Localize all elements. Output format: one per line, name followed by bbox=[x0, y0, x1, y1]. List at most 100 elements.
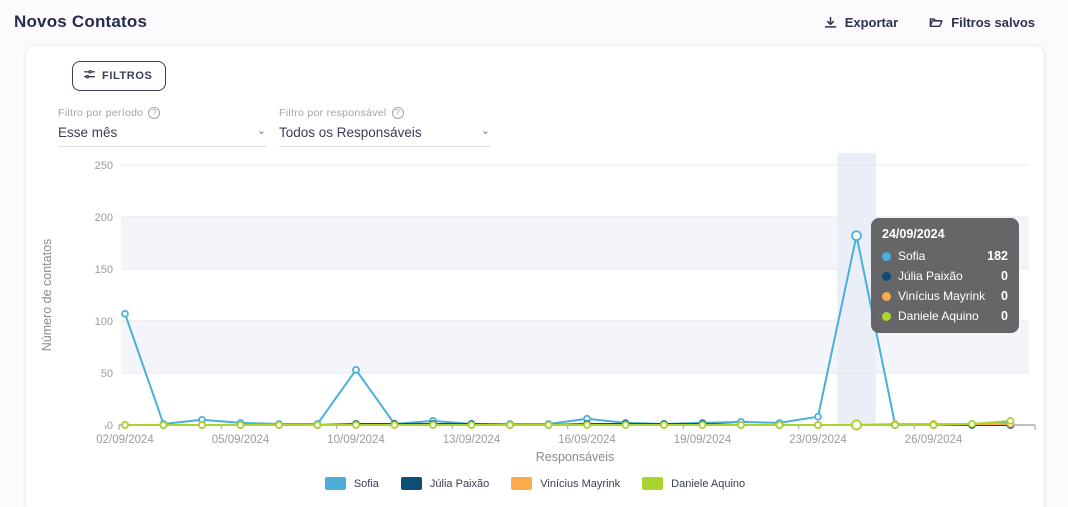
tooltip-row: Júlia Paixão 0 bbox=[882, 269, 1008, 283]
data-point[interactable] bbox=[929, 421, 938, 429]
data-point[interactable] bbox=[583, 421, 591, 429]
data-point[interactable] bbox=[698, 421, 707, 429]
chevron-down-icon: ⌄ bbox=[480, 125, 490, 137]
period-filter-value: Esse mês bbox=[58, 125, 118, 140]
series-color-dot bbox=[882, 271, 891, 281]
data-point[interactable] bbox=[968, 420, 976, 428]
x-tick-label: 02/09/2024 bbox=[96, 434, 154, 446]
data-point[interactable] bbox=[1006, 416, 1015, 425]
data-point[interactable] bbox=[660, 421, 668, 429]
tooltip-series-name: Júlia Paixão bbox=[898, 269, 963, 283]
data-point[interactable] bbox=[775, 421, 784, 429]
tooltip-date: 24/09/2024 bbox=[882, 227, 945, 241]
y-tick-label: 150 bbox=[95, 264, 113, 276]
y-tick-label: 250 bbox=[95, 160, 113, 172]
x-tick-label: 26/09/2024 bbox=[905, 434, 963, 446]
tooltip-series-name: Sofia bbox=[898, 249, 926, 263]
period-filter-label: Filtro por período bbox=[58, 107, 144, 119]
data-point[interactable] bbox=[429, 421, 437, 429]
legend-swatch bbox=[400, 477, 422, 490]
data-point[interactable] bbox=[275, 421, 283, 429]
legend-item[interactable]: Daniele Aquino bbox=[642, 477, 745, 490]
data-point[interactable] bbox=[814, 412, 822, 421]
data-point[interactable] bbox=[814, 421, 822, 429]
header-actions: Exportar Filtros salvos bbox=[823, 15, 1035, 30]
x-tick-label: 19/09/2024 bbox=[674, 434, 732, 446]
period-filter: Filtro por período ? Esse mês ⌄ bbox=[58, 107, 266, 147]
data-point[interactable] bbox=[506, 421, 514, 429]
chart-tooltip: 24/09/2024 Sofia 182 Júlia Paixão 0 Vinícius… bbox=[871, 218, 1019, 333]
page-title: Novos Contatos bbox=[14, 12, 148, 31]
data-point[interactable] bbox=[737, 421, 745, 429]
help-icon[interactable]: ? bbox=[148, 107, 161, 119]
filters-button[interactable]: FILTROS bbox=[72, 61, 167, 91]
x-tick-label: 16/09/2024 bbox=[558, 434, 616, 446]
chart-legend: Sofia Júlia Paixão Vinícius Mayrink Daniele… bbox=[26, 477, 1044, 490]
x-tick-label: 23/09/2024 bbox=[789, 434, 847, 446]
legend-swatch bbox=[642, 477, 664, 490]
tooltip-series-value: 0 bbox=[1001, 269, 1008, 283]
y-tick-label: 100 bbox=[95, 316, 113, 328]
tune-icon bbox=[83, 68, 96, 84]
filters-row: Filtro por período ? Esse mês ⌄ Filtro p… bbox=[58, 107, 1044, 147]
data-point[interactable] bbox=[352, 366, 360, 374]
data-point[interactable] bbox=[467, 421, 476, 429]
series-color-dot bbox=[882, 311, 891, 321]
data-point[interactable] bbox=[313, 421, 322, 429]
tooltip-series-value: 0 bbox=[1001, 309, 1008, 323]
saved-filters-label: Filtros salvos bbox=[951, 14, 1035, 30]
data-point[interactable] bbox=[352, 421, 360, 429]
data-point[interactable] bbox=[544, 421, 553, 429]
tooltip-row: Vinícius Mayrink 0 bbox=[882, 289, 1008, 303]
y-axis-title: Número de contatos bbox=[40, 239, 54, 352]
chevron-down-icon: ⌄ bbox=[256, 125, 266, 137]
x-tick-label: 05/09/2024 bbox=[212, 434, 270, 446]
data-point[interactable] bbox=[851, 230, 862, 242]
responsible-filter-select[interactable]: Todos os Responsáveis ⌄ bbox=[279, 125, 490, 147]
legend-item[interactable]: Vinícius Mayrink bbox=[511, 477, 620, 490]
period-filter-select[interactable]: Esse mês ⌄ bbox=[58, 125, 266, 147]
x-axis-title: Responsáveis bbox=[536, 450, 615, 464]
tooltip-row: Sofia 182 bbox=[882, 249, 1008, 263]
y-tick-label: 200 bbox=[95, 212, 113, 224]
export-label: Exportar bbox=[844, 14, 899, 30]
series-color-dot bbox=[882, 251, 891, 261]
legend-swatch bbox=[324, 477, 346, 490]
data-point[interactable] bbox=[891, 421, 899, 429]
responsible-filter-value: Todos os Responsáveis bbox=[279, 125, 422, 140]
data-point[interactable] bbox=[198, 421, 206, 429]
y-tick-label: 0 bbox=[107, 420, 113, 432]
legend-item[interactable]: Sofia bbox=[324, 477, 379, 490]
responsible-filter: Filtro por responsável ? Todos os Respon… bbox=[279, 107, 490, 147]
series-color-dot bbox=[882, 291, 891, 301]
filters-button-label: FILTROS bbox=[102, 70, 153, 82]
tooltip-row: Daniele Aquino 0 bbox=[882, 309, 1008, 323]
export-button[interactable]: Exportar bbox=[823, 15, 898, 30]
page-header: Novos Contatos Exportar Filtros salvos bbox=[0, 0, 1068, 32]
responsible-filter-label: Filtro por responsável bbox=[279, 107, 387, 119]
data-point[interactable] bbox=[236, 421, 245, 429]
legend-item[interactable]: Júlia Paixão bbox=[400, 477, 490, 490]
help-icon[interactable]: ? bbox=[391, 107, 404, 119]
saved-filters-button[interactable]: Filtros salvos bbox=[928, 15, 1035, 30]
folder-open-icon bbox=[928, 15, 944, 30]
data-point[interactable] bbox=[390, 421, 399, 429]
line-chart[interactable]: 0 50 100 150 200 250 02/09/2024 05/09/2024 10/09… bbox=[29, 153, 1041, 465]
legend-label: Sofia bbox=[353, 477, 379, 490]
x-tick-label: 13/09/2024 bbox=[443, 434, 501, 446]
legend-swatch bbox=[511, 477, 533, 490]
legend-label: Vinícius Mayrink bbox=[540, 477, 621, 490]
data-point[interactable] bbox=[621, 421, 630, 429]
tooltip-series-name: Daniele Aquino bbox=[898, 309, 979, 323]
legend-label: Daniele Aquino bbox=[671, 477, 746, 490]
tooltip-series-value: 182 bbox=[987, 249, 1008, 263]
legend-label: Júlia Paixão bbox=[429, 477, 490, 490]
data-point[interactable] bbox=[851, 419, 862, 431]
tooltip-series-value: 0 bbox=[1001, 289, 1008, 303]
data-point[interactable] bbox=[121, 421, 129, 429]
data-point[interactable] bbox=[121, 309, 129, 318]
data-point[interactable] bbox=[159, 421, 168, 429]
x-tick-label: 10/09/2024 bbox=[327, 434, 385, 446]
new-contacts-card: FILTROS Filtro por período ? Esse mês ⌄ … bbox=[25, 45, 1045, 507]
y-tick-label: 50 bbox=[101, 368, 113, 380]
